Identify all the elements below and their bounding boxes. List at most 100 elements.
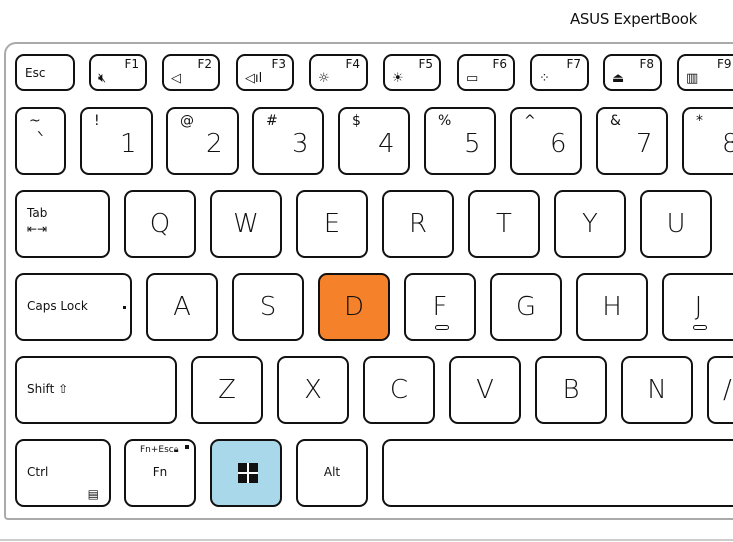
key-f7[interactable]: F7 ⁘ (530, 54, 589, 91)
key-c[interactable]: C (363, 356, 435, 424)
key-char: E (323, 209, 341, 239)
volume-up-icon: ◁ıl (245, 71, 263, 86)
key-n[interactable]: N (621, 356, 693, 424)
shift-char: & (610, 113, 621, 129)
key-x[interactable]: X (277, 356, 349, 424)
key-char: H (602, 292, 622, 322)
key-space[interactable] (382, 439, 733, 507)
key-char: G (515, 292, 537, 322)
key-char: 6 (550, 129, 567, 159)
key-1[interactable]: 1! (80, 107, 153, 175)
key-t[interactable]: T (468, 190, 540, 258)
key-alt[interactable]: Alt (296, 439, 368, 507)
myasus-icon: ▥ (686, 71, 699, 86)
key-char: Y (582, 209, 598, 239)
volume-down-icon: ◁ (171, 71, 181, 86)
key-char: 2 (206, 129, 223, 159)
fn-label: F5 (418, 57, 433, 71)
key-char: Q (149, 209, 171, 239)
key-char: D (343, 292, 365, 322)
key-backtick[interactable]: ` ~ (15, 107, 66, 175)
key-esc[interactable]: Esc (15, 54, 75, 91)
key-label: Fn (152, 465, 168, 479)
key-2[interactable]: 2 @ (166, 107, 239, 175)
key-f2[interactable]: F2 ◁ (162, 54, 220, 91)
key-f9[interactable]: F9 ▥ (677, 54, 733, 91)
key-char: 7 (636, 129, 653, 159)
brand-label: ASUS ExpertBook (569, 10, 697, 28)
key-u[interactable]: U (640, 190, 712, 258)
key-8[interactable]: 8 * (682, 107, 733, 175)
key-z[interactable]: Z (191, 356, 263, 424)
key-char: J (694, 292, 703, 322)
key-w[interactable]: W (210, 190, 282, 258)
key-y[interactable]: Y (554, 190, 626, 258)
key-char: 8 (722, 129, 733, 159)
key-f[interactable]: F (404, 273, 476, 341)
shift-char: ! (94, 113, 100, 129)
key-char: X (304, 375, 322, 405)
key-tab[interactable]: Tab ⇤⇥ (15, 190, 110, 258)
key-label: Caps Lock (27, 299, 88, 313)
key-q[interactable]: Q (124, 190, 196, 258)
key-4[interactable]: 4 $ (338, 107, 410, 175)
key-char: F (432, 292, 448, 322)
key-7[interactable]: 7 & (596, 107, 668, 175)
key-r[interactable]: R (382, 190, 454, 258)
tab-arrows-icon: ⇤⇥ (27, 222, 48, 236)
key-f6[interactable]: F6 ▭ (457, 54, 515, 91)
key-f4[interactable]: F4 ☼ (309, 54, 368, 91)
key-char: 4 (378, 129, 395, 159)
key-char: 5 (464, 129, 481, 159)
key-3[interactable]: 3 # (252, 107, 324, 175)
key-windows[interactable] (210, 439, 282, 507)
brightness-down-icon: ☼ (318, 71, 330, 86)
key-label: Tab (27, 206, 48, 220)
shift-char: ~ (29, 113, 41, 129)
key-s[interactable]: S (232, 273, 304, 341)
key-fn[interactable]: Fn Fn+Esc🔒︎ (124, 439, 196, 507)
shift-char: ^ (524, 113, 536, 129)
key-6[interactable]: 6 ^ (510, 107, 582, 175)
fn-label: F1 (124, 57, 139, 71)
key-shift[interactable]: Shift ⇧ (15, 356, 177, 424)
menu-icon: ▤ (87, 487, 99, 501)
key-char: 1 (120, 129, 137, 159)
fn-label: F8 (639, 57, 654, 71)
key-j[interactable]: J (662, 273, 733, 341)
key-caps-lock[interactable]: Caps Lock (15, 273, 132, 341)
key-5[interactable]: 5% (424, 107, 496, 175)
key-v[interactable]: V (449, 356, 521, 424)
mute-icon: 🔇︎ (98, 71, 107, 86)
keyboard-backlight-icon: ⁘ (539, 71, 550, 86)
key-slash[interactable]: / (707, 356, 733, 424)
key-char: R (408, 209, 428, 239)
key-b[interactable]: B (535, 356, 607, 424)
shift-char: @ (180, 113, 194, 129)
key-label: Esc (25, 66, 46, 80)
touchpad-icon: ▭ (466, 71, 479, 86)
key-d[interactable]: D (318, 273, 390, 341)
key-f8[interactable]: F8 ⏏ (603, 54, 662, 91)
key-char: C (389, 375, 409, 405)
key-label: Ctrl (27, 465, 49, 479)
key-e[interactable]: E (296, 190, 368, 258)
shift-char: * (696, 113, 703, 129)
fn-label: F3 (271, 57, 286, 71)
key-ctrl[interactable]: Ctrl ▤ (15, 439, 111, 507)
key-char: 3 (292, 129, 309, 159)
windows-icon (238, 463, 258, 483)
key-label: Shift ⇧ (27, 382, 69, 396)
key-h[interactable]: H (576, 273, 648, 341)
key-a[interactable]: A (146, 273, 218, 341)
home-bump (693, 325, 707, 330)
key-f5[interactable]: F5 ☀︎ (383, 54, 441, 91)
shift-char: % (438, 113, 452, 129)
shift-char: # (266, 113, 278, 129)
key-f1[interactable]: F1 🔇︎ (89, 54, 147, 91)
key-g[interactable]: G (490, 273, 562, 341)
fn-label: F9 (717, 57, 732, 71)
key-char: U (666, 209, 686, 239)
key-char: B (562, 375, 580, 405)
key-f3[interactable]: F3 ◁ıl (236, 54, 294, 91)
